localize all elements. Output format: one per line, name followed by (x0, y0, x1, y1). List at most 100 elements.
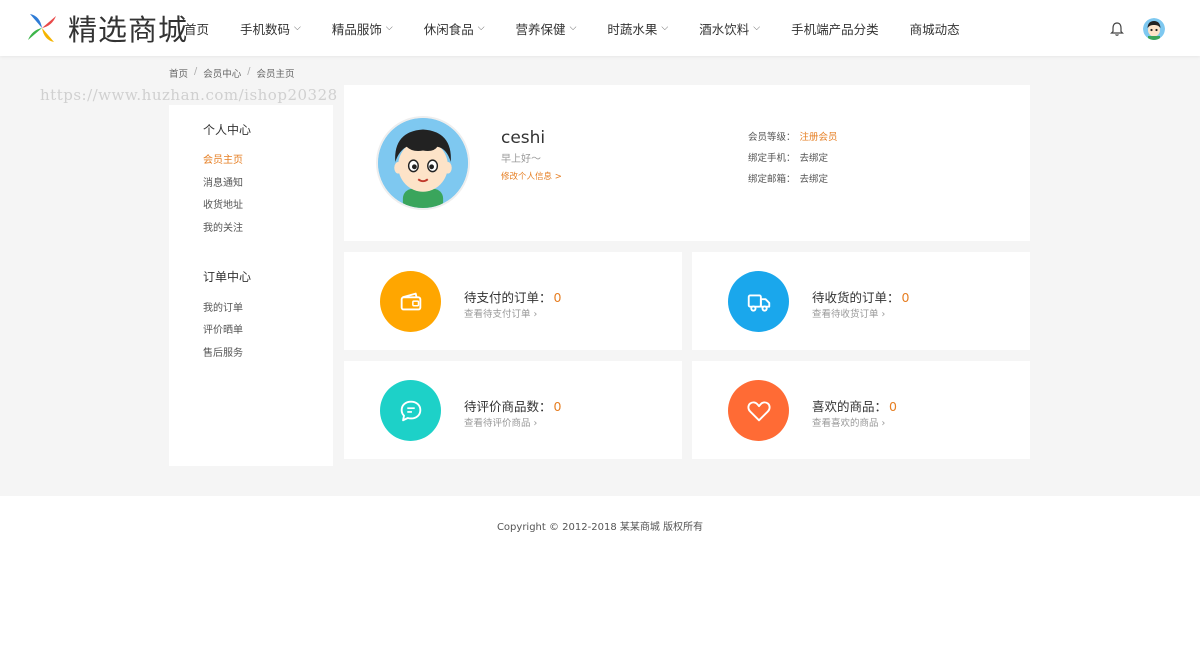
breadcrumb: 首页 / 会员中心 / 会员主页 (169, 66, 294, 80)
bind-phone-link[interactable]: 去绑定 (800, 153, 829, 164)
nav-item-7[interactable]: 手机端产品分类 (791, 19, 879, 38)
stat-icon-circle (728, 271, 789, 332)
comment-icon (400, 400, 421, 421)
breadcrumb-member-center[interactable]: 会员中心 (203, 66, 241, 80)
profile-greeting: 早上好～ (501, 154, 541, 165)
breadcrumb-home[interactable]: 首页 (169, 66, 188, 80)
top-header: 精选商城 首页 手机数码 ⌵ 精品服饰 ⌵ 休闲食品 ⌵ 营养保健 ⌵ 时蔬水果 ⌵ 酒水饮料 ⌵ 手机端… (0, 0, 1200, 56)
logo-pinwheel-icon (28, 14, 56, 42)
chevron-right-icon: › (881, 418, 886, 429)
nav-item-label: 手机端产品分类 (791, 21, 879, 37)
stat-card-pending-receipt[interactable]: 待收货的订单： 0 查看待收货订单 › (692, 252, 1030, 350)
stat-count: 0 (553, 290, 562, 305)
stat-icon-circle (380, 271, 441, 332)
stat-title: 待评价商品数： 0 (464, 396, 561, 415)
stat-count: 0 (553, 399, 562, 414)
truck-icon (747, 294, 770, 312)
profile-avatar (376, 116, 470, 210)
bind-phone-label: 绑定手机： (748, 153, 796, 164)
nav-item-6[interactable]: 酒水饮料 ⌵ (699, 19, 760, 38)
nav-item-5[interactable]: 时蔬水果 ⌵ (607, 19, 668, 38)
sidebar-group-title-personal: 个人中心 (203, 123, 252, 137)
stat-title-text: 喜欢的商品： (812, 399, 888, 414)
breadcrumb-current: 会员主页 (256, 69, 295, 80)
stat-icon-circle (380, 380, 441, 441)
bind-phone-row: 绑定手机： 去绑定 (748, 150, 828, 164)
nav-item-label: 商城动态 (909, 21, 960, 37)
sidebar-group-title-orders: 订单中心 (203, 270, 252, 284)
nav-item-label: 精品服饰 (331, 21, 382, 37)
chevron-right-icon: › (533, 418, 538, 429)
stat-count: 0 (889, 399, 897, 414)
member-level-row: 会员等级： 注册会员 (748, 129, 838, 143)
wallet-icon (400, 292, 421, 310)
bind-email-row: 绑定邮箱： 去绑定 (748, 171, 828, 185)
chevron-right-icon: › (881, 309, 886, 320)
stat-link[interactable]: 查看喜欢的商品 › (812, 415, 885, 429)
chevron-down-icon: ⌵ (569, 23, 577, 33)
chevron-down-icon: ⌵ (661, 23, 669, 33)
stat-link[interactable]: 查看待评价商品 › (464, 415, 537, 429)
site-logo[interactable]: 精选商城 (26, 9, 188, 47)
chevron-down-icon: ⌵ (385, 23, 393, 33)
chevron-right-icon: › (533, 309, 538, 320)
sidebar-item-my-orders[interactable]: 我的订单 (203, 299, 243, 314)
nav-item-label: 手机数码 (240, 21, 291, 37)
stat-title-text: 待收货的订单： (812, 290, 900, 305)
nav-item-8[interactable]: 商城动态 (910, 19, 960, 38)
breadcrumb-separator: / (247, 66, 251, 77)
nav-item-3[interactable]: 休闲食品 ⌵ (424, 19, 485, 38)
sidebar-item-addresses[interactable]: 收货地址 (203, 196, 243, 211)
chevron-down-icon: ⌵ (477, 23, 485, 33)
bind-email-link[interactable]: 去绑定 (800, 174, 829, 185)
stat-count: 0 (901, 290, 910, 305)
user-avatar[interactable] (1143, 18, 1165, 40)
sidebar-item-follows[interactable]: 我的关注 (203, 219, 243, 234)
stat-card-favorites[interactable]: 喜欢的商品： 0 查看喜欢的商品 › (692, 361, 1030, 459)
watermark-text: https://www.huzhan.com/ishop20328 (40, 86, 338, 104)
sidebar-item-after-sales[interactable]: 售后服务 (203, 344, 243, 359)
chevron-down-icon: ⌵ (294, 23, 301, 33)
stat-link[interactable]: 查看待支付订单 › (464, 306, 537, 320)
nav-item-label: 营养保健 (515, 21, 566, 37)
nav-item-label: 休闲食品 (423, 21, 474, 37)
profile-card: ceshi 早上好～ 修改个人信息 > 会员等级： 注册会员 绑定手机： 去绑定 绑… (344, 85, 1030, 241)
page-footer: Copyright © 2012-2018 某某商城 版权所有 (0, 496, 1200, 645)
breadcrumb-separator: / (194, 66, 198, 77)
nav-item-0[interactable]: 首页 (184, 19, 209, 38)
stat-icon-circle (728, 380, 789, 441)
sidebar-item-member-home[interactable]: 会员主页 (203, 151, 243, 166)
stat-title: 待收货的订单： 0 (812, 287, 909, 306)
chevron-down-icon: ⌵ (753, 23, 761, 33)
stat-title-text: 待支付的订单： (464, 290, 552, 305)
edit-profile-link[interactable]: 修改个人信息 > (501, 170, 562, 182)
stat-title-text: 待评价商品数： (464, 399, 552, 414)
stat-link-text: 查看待收货订单 (812, 309, 879, 320)
sidebar-item-messages[interactable]: 消息通知 (203, 174, 243, 189)
nav-item-2[interactable]: 精品服饰 ⌵ (332, 19, 393, 38)
stat-title: 待支付的订单： 0 (464, 287, 561, 306)
profile-username: ceshi (501, 128, 546, 148)
stat-link-text: 查看喜欢的商品 (812, 418, 879, 429)
nav-item-1[interactable]: 手机数码 ⌵ (240, 19, 301, 38)
nav-item-label: 首页 (184, 21, 210, 37)
stat-card-pending-payment[interactable]: 待支付的订单： 0 查看待支付订单 › (344, 252, 682, 350)
member-level-label: 会员等级： (748, 132, 796, 143)
nav-item-label: 酒水饮料 (699, 21, 750, 37)
bell-icon[interactable] (1109, 21, 1125, 37)
nav-item-4[interactable]: 营养保健 ⌵ (516, 19, 577, 38)
logo-text: 精选商城 (68, 13, 189, 47)
stat-link-text: 查看待评价商品 (464, 418, 531, 429)
stat-link[interactable]: 查看待收货订单 › (812, 306, 885, 320)
copyright-text: Copyright © 2012-2018 某某商城 版权所有 (496, 522, 704, 533)
sidebar-item-reviews[interactable]: 评价晒单 (203, 321, 243, 336)
main-nav: 首页 手机数码 ⌵ 精品服饰 ⌵ 休闲食品 ⌵ 营养保健 ⌵ 时蔬水果 ⌵ 酒水饮料 ⌵ 手机端产品分类商… (184, 0, 991, 56)
nav-item-label: 时蔬水果 (607, 21, 658, 37)
stat-link-text: 查看待支付订单 (464, 309, 531, 320)
member-sidebar: 个人中心 会员主页 消息通知 收货地址 我的关注 订单中心 我的订单 评价晒单 … (169, 105, 333, 466)
stat-title: 喜欢的商品： 0 (812, 396, 897, 415)
member-level-value: 注册会员 (799, 132, 838, 143)
heart-icon (746, 400, 771, 421)
stat-card-pending-review[interactable]: 待评价商品数： 0 查看待评价商品 › (344, 361, 682, 459)
bind-email-label: 绑定邮箱： (748, 174, 796, 185)
